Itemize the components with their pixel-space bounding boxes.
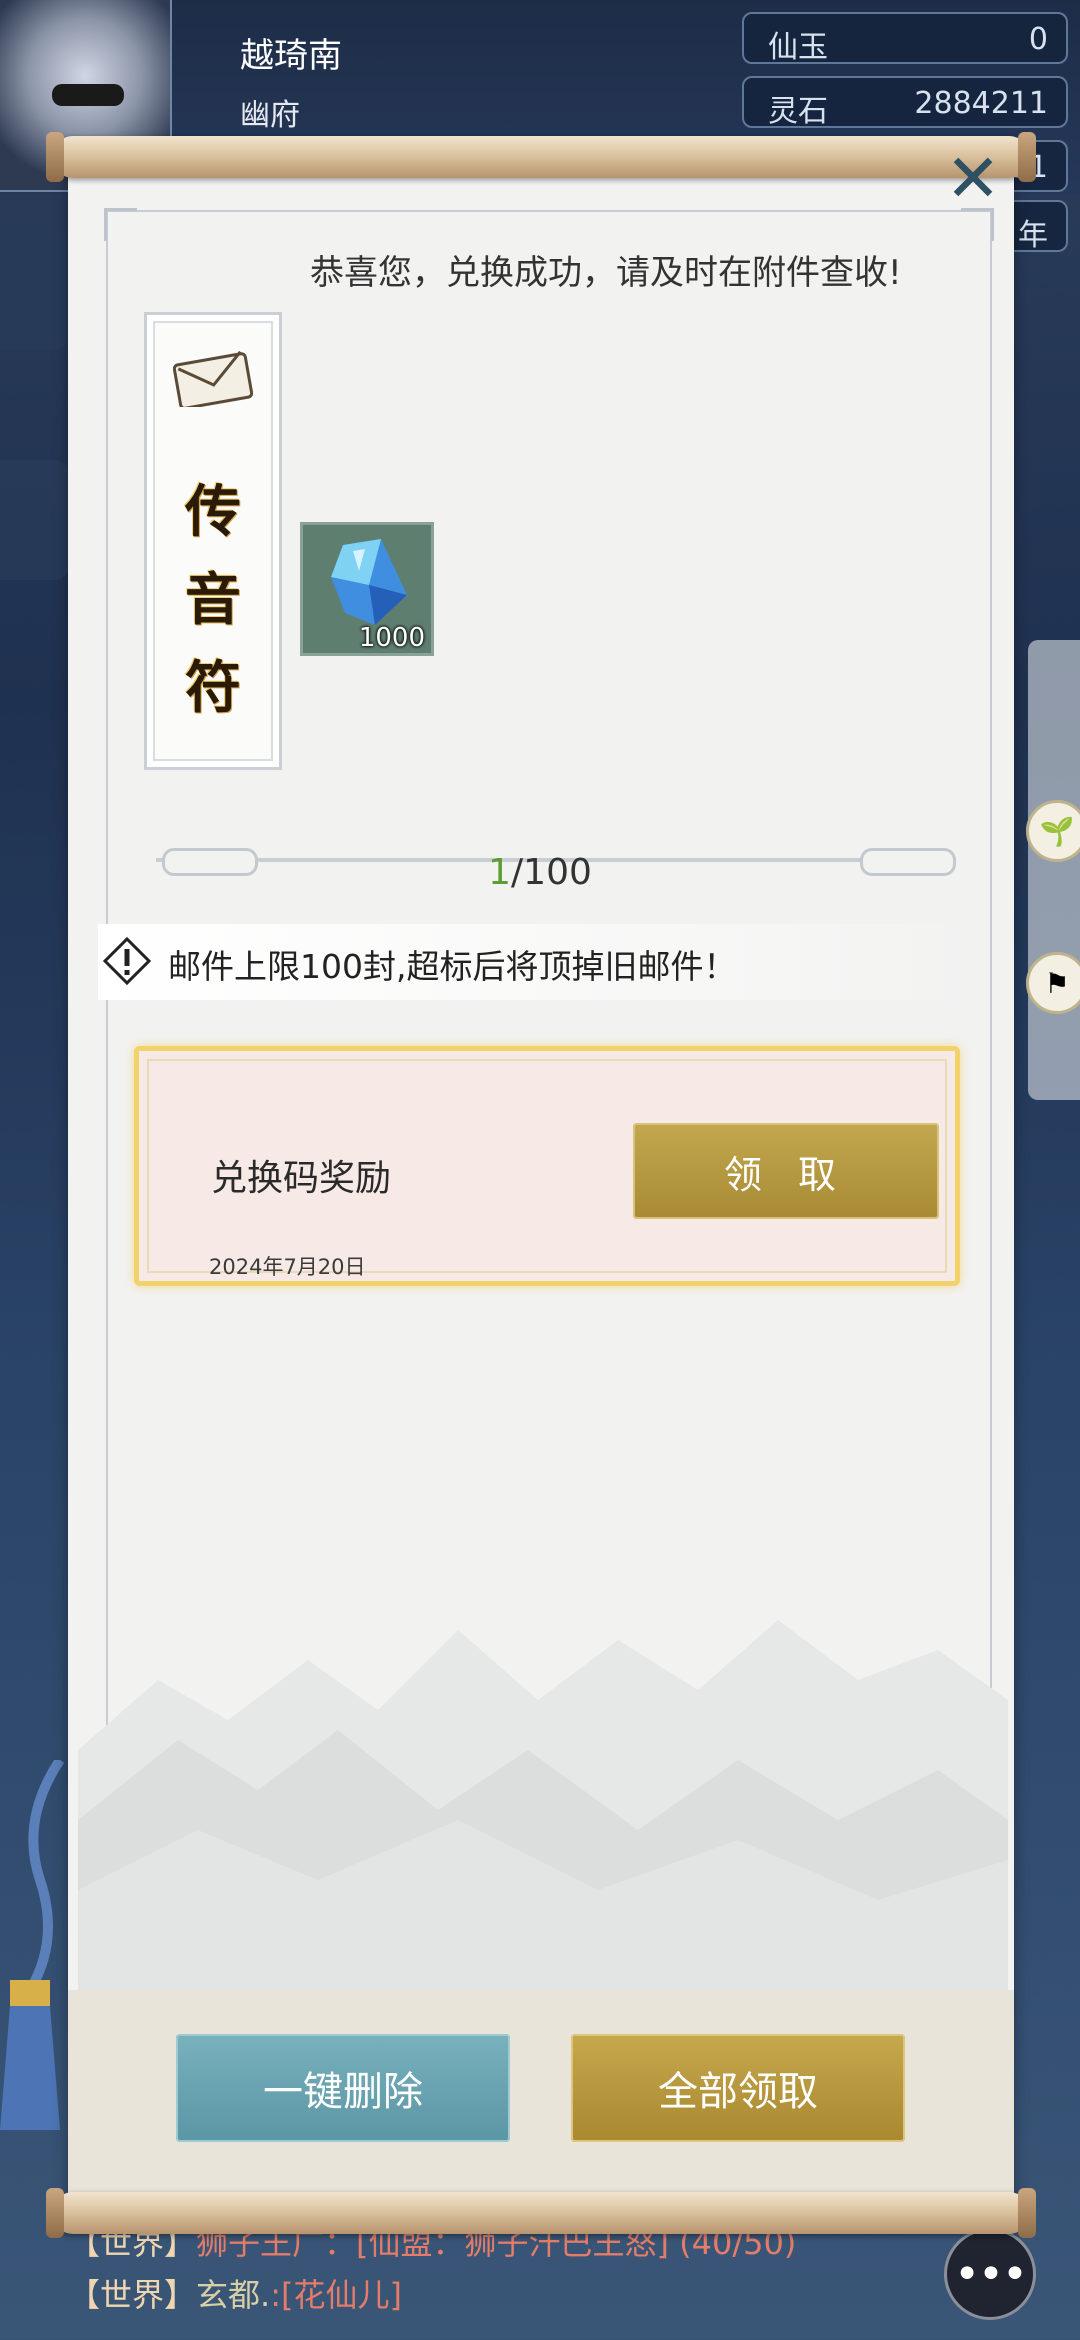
chat-tag: 【世界】: [68, 2276, 197, 2314]
currency-value: 2884211: [914, 86, 1048, 121]
chat-line-2[interactable]: 【世界】玄都.:[花仙儿]: [68, 2270, 402, 2316]
mail-limit-notice: 邮件上限100封,超标后将顶掉旧邮件！: [98, 924, 978, 1000]
currency-label: 灵石: [768, 94, 828, 129]
mail-message: 恭喜您，兑换成功，请及时在附件查收!: [310, 253, 902, 293]
side-menu-left-2[interactable]: [0, 460, 70, 580]
mail-count-total: /100: [511, 852, 592, 893]
notice-text: 邮件上限100封,超标后将顶掉旧邮件！: [168, 947, 737, 986]
chat-text: :[花仙儿]: [270, 2276, 402, 2314]
currency-label: 仙玉: [768, 30, 828, 65]
tag-char: 音: [185, 567, 241, 633]
chat-bubble-icon[interactable]: •••: [944, 2228, 1036, 2320]
flag-icon[interactable]: ⚑: [1026, 952, 1080, 1014]
envelope-icon: [173, 351, 253, 407]
letter-tag: 传 音 符: [144, 312, 282, 770]
attachment-slot[interactable]: 1000: [300, 522, 434, 656]
mail-item[interactable]: 兑换码奖励 2024年7月20日 领 取: [134, 1046, 960, 1286]
currency-lingshi[interactable]: 灵石 2884211: [742, 76, 1068, 129]
tag-char: 符: [185, 655, 241, 721]
mail-count-current: 1: [488, 852, 512, 893]
corner-ornament: [104, 208, 137, 241]
player-location: 幽府: [240, 98, 300, 133]
player-name: 越琦南: [240, 36, 342, 76]
warning-icon: [102, 936, 152, 986]
side-menu-left-1[interactable]: [0, 230, 70, 350]
currency-value: 0: [1028, 22, 1048, 57]
claim-all-button[interactable]: 全部领取: [571, 2034, 905, 2142]
mask-icon: [52, 84, 124, 106]
year-value: 年: [1018, 218, 1048, 253]
claim-button[interactable]: 领 取: [633, 1123, 939, 1219]
tassel-icon: [0, 1760, 65, 2130]
mail-item-date: 2024年7月20日: [209, 1255, 366, 1279]
mountain-backdrop: [78, 1620, 1008, 1990]
mail-item-title: 兑换码奖励: [211, 1158, 392, 1199]
mail-counter: 1/100: [0, 852, 1080, 893]
delete-all-button[interactable]: 一键删除: [176, 2034, 510, 2142]
close-icon[interactable]: ✕: [944, 146, 1002, 212]
currency-xianyu[interactable]: 仙玉 0: [742, 12, 1068, 65]
attachment-quantity: 1000: [358, 623, 425, 653]
scroll-rod-top: [46, 132, 1036, 182]
chat-speaker: 玄都.: [196, 2276, 271, 2314]
scroll-rod-bottom: [46, 2188, 1036, 2238]
tag-char: 传: [185, 479, 241, 545]
